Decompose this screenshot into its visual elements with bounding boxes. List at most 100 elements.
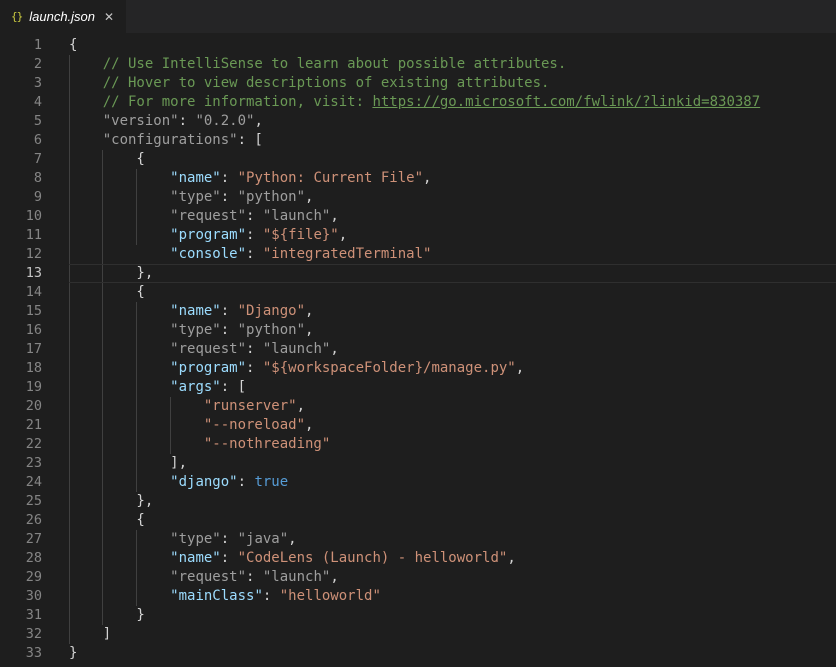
code-line[interactable]: 29 "request": "launch", xyxy=(0,568,836,587)
line-number: 19 xyxy=(25,379,42,395)
token: : xyxy=(178,113,196,129)
code-line[interactable]: 26 { xyxy=(0,511,836,530)
code-line[interactable]: 21 "--noreload", xyxy=(0,416,836,435)
line-number: 12 xyxy=(25,246,42,262)
token: : xyxy=(237,474,255,490)
code-text: // Use IntelliSense to learn about possi… xyxy=(69,55,567,74)
line-number: 23 xyxy=(25,455,42,471)
code-editor[interactable]: 1{2 // Use IntelliSense to learn about p… xyxy=(0,33,836,667)
code-text: { xyxy=(69,36,77,55)
line-number: 7 xyxy=(33,151,42,167)
code-line[interactable]: 30 "mainClass": "helloworld" xyxy=(0,587,836,606)
token: "request" xyxy=(170,341,247,357)
code-text: { xyxy=(69,511,145,530)
token: "program" xyxy=(170,227,247,243)
code-line[interactable]: 16 "type": "python", xyxy=(0,321,836,340)
code-line[interactable]: 6 "configurations": [ xyxy=(0,131,836,150)
close-icon[interactable]: ✕ xyxy=(104,10,114,24)
token: "0.2.0" xyxy=(195,113,255,129)
token: "mainClass" xyxy=(170,588,263,604)
code-line[interactable]: 9 "type": "python", xyxy=(0,188,836,207)
code-text: // Hover to view descriptions of existin… xyxy=(69,74,550,93)
token: "--nothreading" xyxy=(203,436,331,452)
line-number: 33 xyxy=(25,645,42,661)
token: "type" xyxy=(170,322,221,338)
code-line[interactable]: 8 "name": "Python: Current File", xyxy=(0,169,836,188)
code-line[interactable]: 18 "program": "${workspaceFolder}/manage… xyxy=(0,359,836,378)
token: "configurations" xyxy=(102,132,238,148)
code-line[interactable]: 17 "request": "launch", xyxy=(0,340,836,359)
code-line[interactable]: 15 "name": "Django", xyxy=(0,302,836,321)
line-number: 26 xyxy=(25,512,42,528)
code-text: "configurations": [ xyxy=(69,131,263,150)
code-line[interactable]: 20 "runserver", xyxy=(0,397,836,416)
code-line[interactable]: 4 // For more information, visit: https:… xyxy=(0,93,836,112)
line-number: 6 xyxy=(33,132,42,148)
code-line[interactable]: 3 // Hover to view descriptions of exist… xyxy=(0,74,836,93)
line-number: 8 xyxy=(33,170,42,186)
token: "${workspaceFolder}/manage.py" xyxy=(262,360,516,376)
token: "request" xyxy=(170,569,247,585)
code-line[interactable]: 14 { xyxy=(0,283,836,302)
code-line[interactable]: 33} xyxy=(0,644,836,663)
tab-bar: {} launch.json ✕ xyxy=(0,0,836,33)
code-line[interactable]: 7 { xyxy=(0,150,836,169)
code-line[interactable]: 23 ], xyxy=(0,454,836,473)
json-file-icon: {} xyxy=(11,10,23,23)
code-text: "name": "Python: Current File", xyxy=(69,169,431,188)
code-text: } xyxy=(69,606,144,625)
code-text: "request": "launch", xyxy=(69,340,339,359)
token[interactable]: https://go.microsoft.com/fwlink/?linkid=… xyxy=(372,94,760,110)
token: "args" xyxy=(170,379,221,395)
token: "python" xyxy=(237,189,306,205)
code-line[interactable]: 24 "django": true xyxy=(0,473,836,492)
code-line[interactable]: 12 "console": "integratedTerminal" xyxy=(0,245,836,264)
token: , xyxy=(296,398,306,414)
line-number: 21 xyxy=(25,417,42,433)
token: , xyxy=(330,208,339,224)
code-line[interactable]: 22 "--nothreading" xyxy=(0,435,836,454)
code-line[interactable]: 19 "args": [ xyxy=(0,378,836,397)
token: "CodeLens (Launch) - helloworld" xyxy=(237,550,508,566)
token: { xyxy=(69,37,78,53)
code-line[interactable]: 13 }, xyxy=(0,264,836,283)
code-text: "runserver", xyxy=(69,397,305,416)
line-number: 4 xyxy=(33,94,42,110)
code-text: "program": "${workspaceFolder}/manage.py… xyxy=(69,359,524,378)
code-line[interactable]: 25 }, xyxy=(0,492,836,511)
code-line[interactable]: 28 "name": "CodeLens (Launch) - hellowor… xyxy=(0,549,836,568)
token: "django" xyxy=(170,474,238,490)
code-line[interactable]: 5 "version": "0.2.0", xyxy=(0,112,836,131)
code-line[interactable]: 10 "request": "launch", xyxy=(0,207,836,226)
code-line[interactable]: 27 "type": "java", xyxy=(0,530,836,549)
token: true xyxy=(254,474,289,490)
code-line[interactable]: 1{ xyxy=(0,36,836,55)
token: , xyxy=(305,417,314,433)
code-line[interactable]: 31 } xyxy=(0,606,836,625)
token: "integratedTerminal" xyxy=(262,246,432,262)
token: : xyxy=(220,170,238,186)
tab-launch-json[interactable]: {} launch.json ✕ xyxy=(0,0,126,33)
code-line[interactable]: 2 // Use IntelliSense to learn about pos… xyxy=(0,55,836,74)
code-line[interactable]: 11 "program": "${file}", xyxy=(0,226,836,245)
code-text: "args": [ xyxy=(69,378,246,397)
token: "helloworld" xyxy=(279,588,381,604)
token: { xyxy=(69,284,145,300)
token: "console" xyxy=(170,246,247,262)
token: "type" xyxy=(170,189,221,205)
token: : xyxy=(246,569,263,585)
token: , xyxy=(330,569,339,585)
token: : xyxy=(220,531,238,547)
token: { xyxy=(69,512,145,528)
code-line[interactable]: 32 ] xyxy=(0,625,836,644)
code-text: // For more information, visit: https://… xyxy=(69,93,760,112)
